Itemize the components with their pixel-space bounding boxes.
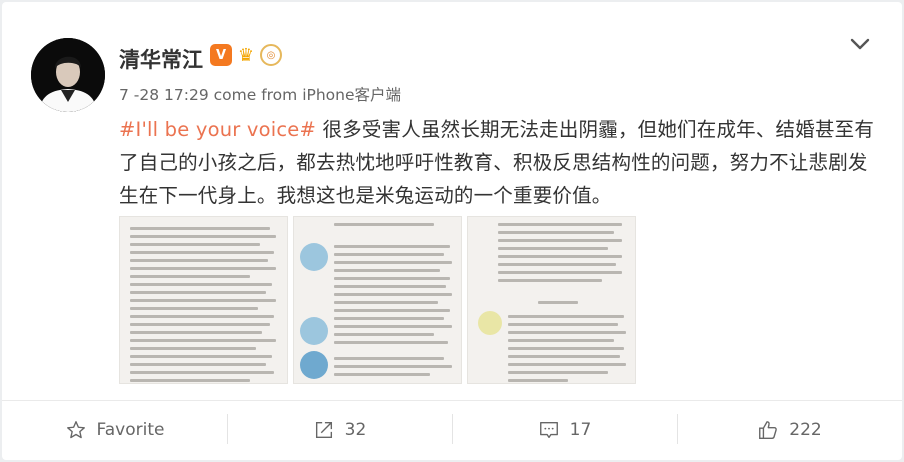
v-verified-icon[interactable]: V [210,44,232,66]
post-body: #I'll be your voice# 很多受害人虽然长期无法走出阴霾，但她们… [119,113,879,212]
avatar-photo-icon [31,38,105,112]
comment-count: 17 [569,420,592,440]
author-badges: V ♛ ◎ [210,44,282,66]
weibo-post-card: 清华常江 V ♛ ◎ 7 -28 17:29 come from iPhone客… [2,2,902,460]
like-button[interactable]: 222 [677,401,902,459]
post-timestamp[interactable]: 7 -28 17:29 come from iPhone客户端 [119,83,401,105]
image-gallery [119,216,636,384]
hashtag-link[interactable]: #I'll be your voice# [119,118,316,141]
comment-button[interactable]: 17 [452,401,677,459]
like-count: 222 [789,420,822,440]
action-bar: Favorite 32 17 222 [2,400,902,459]
share-icon [315,421,332,439]
crown-icon[interactable]: ♛ [235,44,257,66]
favorite-label: Favorite [96,420,165,440]
avatar[interactable] [31,38,105,112]
screenshot-image-1[interactable] [119,216,288,384]
medal-icon[interactable]: ◎ [260,44,282,66]
chevron-down-icon[interactable] [848,32,872,56]
star-icon [66,421,85,439]
repost-button[interactable]: 32 [227,401,452,459]
comment-icon [539,421,558,439]
repost-count: 32 [344,420,367,440]
thumbs-up-icon [759,421,778,439]
screenshot-image-2[interactable] [293,216,462,384]
screenshot-image-3[interactable] [467,216,636,384]
favorite-button[interactable]: Favorite [2,401,227,459]
author-name[interactable]: 清华常江 [119,44,203,74]
